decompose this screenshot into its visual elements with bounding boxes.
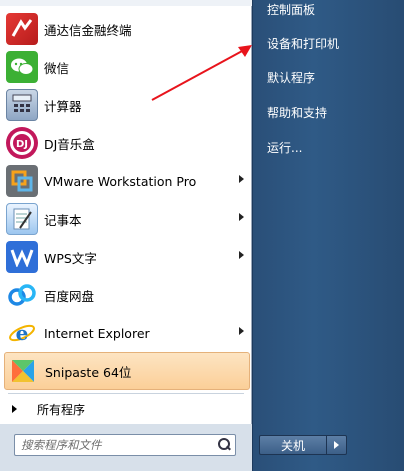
svg-text:DJ: DJ	[16, 139, 28, 150]
program-item-baidu[interactable]: 百度网盘	[4, 276, 250, 314]
submenu-arrow-icon[interactable]	[239, 251, 244, 259]
right-pane: 控制面板 设备和打印机 默认程序 帮助和支持 运行...	[253, 0, 404, 471]
right-item-label: 运行...	[267, 140, 303, 155]
dj-music-icon: DJ	[6, 127, 38, 159]
baidu-netdisk-icon	[6, 279, 38, 311]
right-item-control-panel[interactable]: 控制面板	[261, 0, 399, 22]
chevron-right-icon	[334, 441, 339, 449]
divider	[8, 393, 244, 394]
tdx-icon	[6, 13, 38, 45]
right-item-devices-printers[interactable]: 设备和打印机	[261, 30, 399, 56]
wechat-icon	[6, 51, 38, 83]
vmware-icon	[6, 165, 38, 197]
program-item-tdx[interactable]: 通达信金融终端	[4, 10, 250, 48]
svg-text:e: e	[16, 321, 29, 345]
shutdown-group: 关机	[259, 435, 347, 455]
program-label: DJ音乐盒	[44, 136, 95, 152]
program-label: 百度网盘	[44, 288, 95, 304]
program-item-wps[interactable]: WPS文字	[4, 238, 250, 276]
wps-icon	[6, 241, 38, 273]
program-list-panel: 通达信金融终端 微信 计算器 DJ DJ音乐盒 VMware Workstati…	[0, 0, 252, 471]
ie-icon: e	[6, 317, 38, 349]
triangle-right-icon	[12, 405, 17, 413]
top-strip	[0, 0, 252, 6]
program-label: Snipaste 64位	[45, 364, 132, 380]
right-item-label: 控制面板	[267, 2, 316, 17]
right-item-label: 默认程序	[267, 70, 316, 85]
shutdown-button[interactable]: 关机	[259, 435, 327, 455]
program-label: 记事本	[44, 212, 82, 228]
program-list: 通达信金融终端 微信 计算器 DJ DJ音乐盒 VMware Workstati…	[4, 10, 250, 390]
submenu-arrow-icon[interactable]	[239, 213, 244, 221]
shutdown-label: 关机	[280, 438, 305, 453]
right-item-default-programs[interactable]: 默认程序	[261, 64, 399, 90]
right-item-run[interactable]: 运行...	[261, 134, 399, 160]
program-label: 计算器	[44, 98, 82, 114]
program-item-snipaste[interactable]: Snipaste 64位	[4, 352, 250, 390]
program-label: 通达信金融终端	[44, 22, 132, 38]
submenu-arrow-icon[interactable]	[239, 175, 244, 183]
program-label: Internet Explorer	[44, 325, 150, 341]
shutdown-options-button[interactable]	[327, 435, 347, 455]
search-icon[interactable]	[213, 435, 235, 455]
program-item-notepad[interactable]: 记事本	[4, 200, 250, 238]
program-item-vmware[interactable]: VMware Workstation Pro	[4, 162, 250, 200]
program-item-ie[interactable]: e Internet Explorer	[4, 314, 250, 352]
calculator-icon	[6, 89, 38, 121]
notepad-icon	[6, 203, 38, 235]
program-label: 微信	[44, 60, 70, 76]
program-item-dj[interactable]: DJ DJ音乐盒	[4, 124, 250, 162]
program-item-wechat[interactable]: 微信	[4, 48, 250, 86]
all-programs-label: 所有程序	[37, 402, 86, 417]
search-input[interactable]	[15, 436, 213, 454]
snipaste-icon	[7, 355, 39, 387]
right-item-label: 帮助和支持	[267, 105, 328, 120]
all-programs-button[interactable]: 所有程序	[6, 398, 246, 420]
program-item-calculator[interactable]: 计算器	[4, 86, 250, 124]
program-label: WPS文字	[44, 250, 97, 266]
program-label: VMware Workstation Pro	[44, 173, 197, 189]
right-item-help-support[interactable]: 帮助和支持	[261, 99, 399, 125]
submenu-arrow-icon[interactable]	[239, 327, 244, 335]
right-item-label: 设备和打印机	[267, 36, 340, 51]
search-box[interactable]	[14, 434, 236, 456]
